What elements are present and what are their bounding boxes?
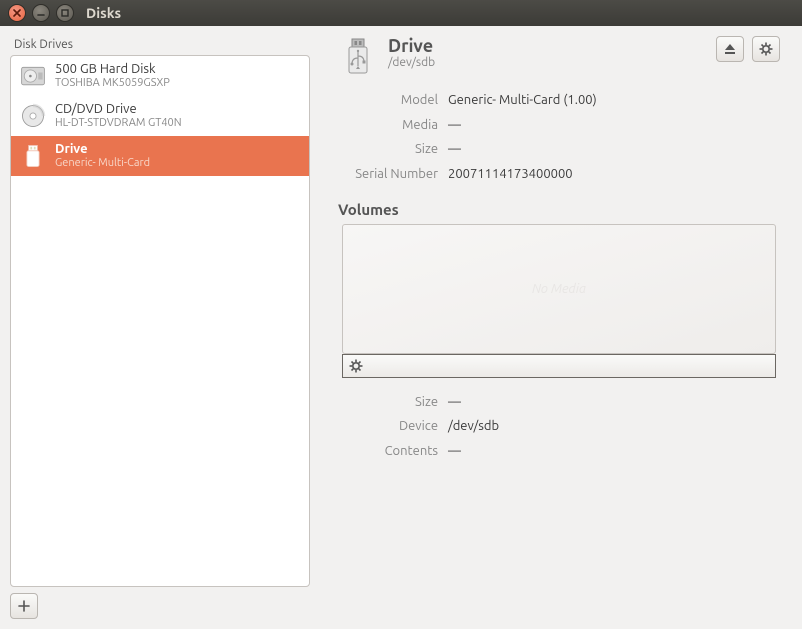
drive-item-title: 500 GB Hard Disk (55, 62, 170, 77)
drive-item-optical[interactable]: CD/DVD Drive HL-DT-STDVDRAM GT40N (11, 96, 309, 136)
content-pane: Drive /dev/sdb Model Generic- Multi-Card… (310, 36, 792, 619)
drive-item-title: Drive (55, 142, 150, 157)
drive-options-button[interactable] (752, 36, 780, 62)
window-close-button[interactable] (8, 4, 26, 22)
volumes-title: Volumes (338, 201, 780, 218)
window-body: Disk Drives 500 GB Hard Disk TOSHIBA MK5… (0, 26, 802, 629)
eject-icon (723, 42, 737, 56)
window-title: Disks (86, 5, 121, 21)
volume-toolbar (342, 354, 776, 378)
drive-header: Drive /dev/sdb (338, 36, 780, 76)
drive-item-title: CD/DVD Drive (55, 102, 182, 117)
prop-media: Media — (338, 113, 780, 138)
volume-properties: Size — Device /dev/sdb Contents — (338, 390, 780, 464)
prop-model: Model Generic- Multi-Card (1.00) (338, 88, 780, 113)
add-drive-button[interactable] (10, 593, 38, 619)
vol-prop-size: Size — (338, 390, 780, 415)
maximize-icon (61, 9, 69, 17)
minimize-icon (37, 9, 45, 17)
sidebar-footer (10, 587, 310, 619)
drive-item-hdd[interactable]: 500 GB Hard Disk TOSHIBA MK5059GSXP (11, 56, 309, 96)
gear-icon (349, 359, 363, 373)
eject-button[interactable] (716, 36, 744, 62)
drive-actions (716, 36, 780, 62)
prop-serial: Serial Number 20071114173400000 (338, 162, 780, 187)
drive-item-usb[interactable]: Drive Generic- Multi-Card (11, 136, 309, 176)
sidebar-label: Disk Drives (10, 36, 310, 55)
drive-device-path: /dev/sdb (388, 56, 716, 69)
window-minimize-button[interactable] (32, 4, 50, 22)
vol-prop-device: Device /dev/sdb (338, 414, 780, 439)
usb-drive-icon (338, 36, 378, 76)
drive-list: 500 GB Hard Disk TOSHIBA MK5059GSXP CD/D… (10, 55, 310, 587)
drive-title: Drive (388, 36, 716, 56)
drive-item-subtitle: TOSHIBA MK5059GSXP (55, 77, 170, 90)
optical-icon (19, 102, 47, 130)
drive-item-subtitle: Generic- Multi-Card (55, 157, 150, 170)
vol-prop-contents: Contents — (338, 439, 780, 464)
usb-icon (19, 142, 47, 170)
drive-properties: Model Generic- Multi-Card (1.00) Media —… (338, 88, 780, 187)
list-spacer (11, 176, 309, 586)
close-icon (13, 9, 21, 17)
sidebar: Disk Drives 500 GB Hard Disk TOSHIBA MK5… (10, 36, 310, 619)
gear-icon (759, 42, 773, 56)
no-media-label: No Media (532, 282, 586, 296)
window-maximize-button[interactable] (56, 4, 74, 22)
volume-options-button[interactable] (349, 359, 363, 373)
plus-icon (18, 600, 30, 612)
drive-item-subtitle: HL-DT-STDVDRAM GT40N (55, 117, 182, 130)
hdd-icon (19, 62, 47, 90)
titlebar: Disks (0, 0, 802, 26)
volume-map[interactable]: No Media (342, 224, 776, 354)
prop-size: Size — (338, 137, 780, 162)
